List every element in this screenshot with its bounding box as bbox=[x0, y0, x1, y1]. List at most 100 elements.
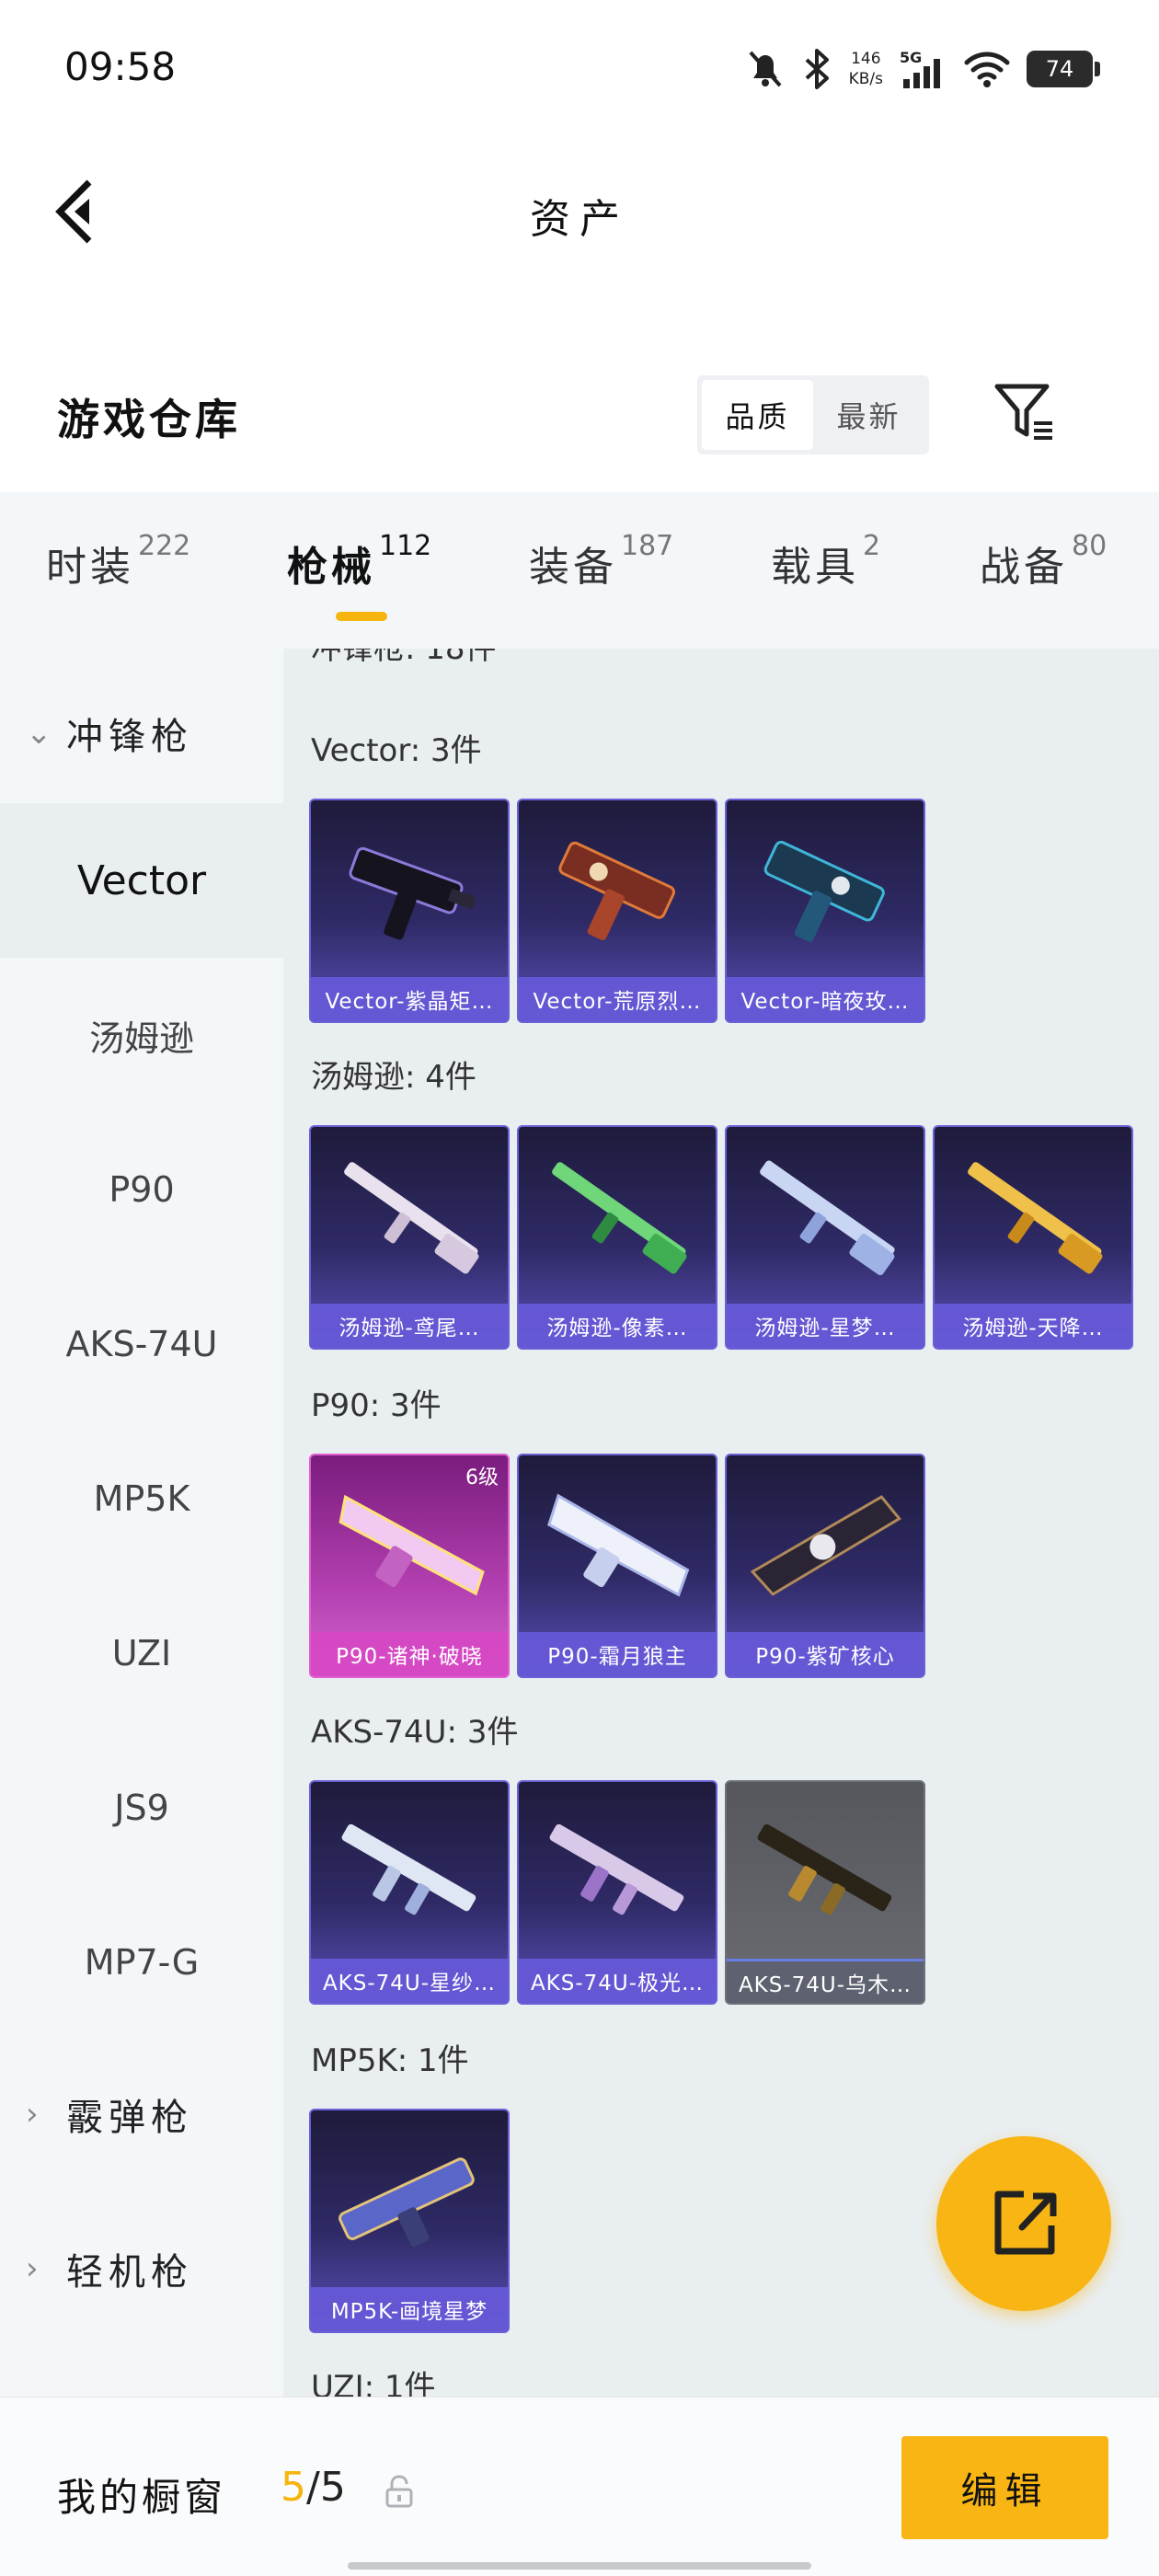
weapon-art-icon bbox=[750, 1495, 901, 1596]
chevron-down-icon: ⌄ bbox=[26, 715, 52, 752]
weapon-art-icon bbox=[341, 1823, 476, 1915]
chevron-right-icon: › bbox=[26, 2096, 39, 2133]
weapon-category-sidebar: ⌄ 冲锋枪 Vector 汤姆逊 P90 AKS-74U MP5K UZI JS… bbox=[0, 649, 283, 2397]
showcase-current: 5 bbox=[281, 2464, 306, 2511]
section-title: AKS-74U: 3件 bbox=[311, 1714, 519, 1751]
sort-option-newest[interactable]: 最新 bbox=[813, 380, 924, 450]
weapon-card[interactable]: P90-紫矿核心 bbox=[725, 1454, 925, 1678]
sidebar-item-vector[interactable]: Vector bbox=[0, 803, 283, 958]
weapon-card-label: 汤姆逊-星梦… bbox=[727, 1304, 924, 1348]
weapon-art-icon bbox=[763, 840, 885, 942]
sort-toggle: 品质 最新 bbox=[697, 375, 929, 454]
tab-count: 2 bbox=[863, 530, 881, 562]
sidebar-item-aks74u[interactable]: AKS-74U bbox=[0, 1267, 283, 1421]
wifi-icon bbox=[964, 52, 1010, 87]
weapon-art-icon bbox=[968, 1162, 1103, 1274]
weapon-card[interactable]: 汤姆逊-天降… bbox=[933, 1125, 1133, 1350]
level-badge: 6级 bbox=[465, 1466, 499, 1489]
battery-icon: 74 bbox=[1027, 51, 1100, 87]
weapon-card[interactable]: Vector-紫晶矩… bbox=[309, 799, 510, 1023]
weapon-card-label: P90-紫矿核心 bbox=[727, 1632, 924, 1676]
sidebar-item-uzi[interactable]: UZI bbox=[0, 1576, 283, 1731]
nav-header: 资产 bbox=[0, 138, 1159, 285]
weapon-art-icon bbox=[757, 1823, 892, 1915]
tab-label: 枪械 bbox=[287, 544, 375, 591]
tab-weapons[interactable]: 枪械 112 bbox=[287, 530, 431, 592]
status-time: 09:58 bbox=[64, 44, 177, 89]
weapon-card[interactable]: MP5K-画境星梦 bbox=[309, 2109, 510, 2333]
showcase-total: /5 bbox=[306, 2464, 346, 2511]
tab-label: 载具 bbox=[771, 544, 859, 591]
bluetooth-icon bbox=[805, 49, 829, 89]
weapon-card-label: 汤姆逊-鸢尾… bbox=[311, 1304, 508, 1348]
warehouse-title: 游戏仓库 bbox=[57, 395, 241, 444]
weapon-card[interactable]: 6级 P90-诸神·破晓 bbox=[309, 1454, 510, 1678]
weapon-grid[interactable]: 冲锋枪: 18件 Vector: 3件 Vector-紫晶矩… Vector-荒… bbox=[283, 649, 1159, 2397]
sort-option-quality[interactable]: 品质 bbox=[702, 380, 813, 450]
weapon-card-label: 汤姆逊-像素… bbox=[519, 1304, 716, 1348]
weapon-card-label: Vector-荒原烈… bbox=[519, 977, 716, 1021]
weapon-card[interactable]: 汤姆逊-像素… bbox=[517, 1125, 717, 1350]
sidebar-item-thompson[interactable]: 汤姆逊 bbox=[0, 958, 283, 1112]
weapon-art-icon bbox=[549, 1823, 684, 1915]
cellular-signal-icon: 5G bbox=[900, 49, 940, 88]
sidebar-group-label: 轻机枪 bbox=[66, 2251, 193, 2294]
share-external-icon bbox=[994, 2191, 1057, 2255]
category-tabs: 时装 222 枪械 112 装备 187 载具 2 战备 80 bbox=[0, 492, 1159, 649]
weapon-card-label: Vector-暗夜玫… bbox=[727, 977, 924, 1021]
weapon-art-icon bbox=[552, 1162, 687, 1274]
sidebar-item-mp7g[interactable]: MP7-G bbox=[0, 1885, 283, 2040]
sidebar-group-shotgun[interactable]: › 霰弹枪 bbox=[0, 2068, 283, 2160]
sidebar-item-p90[interactable]: P90 bbox=[0, 1112, 283, 1267]
weapon-card-label: AKS-74U-乌木… bbox=[727, 1959, 924, 2003]
weapon-card[interactable]: AKS-74U-乌木… bbox=[725, 1780, 925, 2005]
tab-label: 战备 bbox=[980, 544, 1068, 591]
tab-label: 装备 bbox=[529, 544, 617, 591]
sidebar-group-label: 霰弹枪 bbox=[66, 2097, 193, 2139]
weapon-card-label: AKS-74U-星纱… bbox=[311, 1959, 508, 2003]
weapon-card[interactable]: Vector-暗夜玫… bbox=[725, 799, 925, 1023]
weapon-card[interactable]: AKS-74U-极光… bbox=[517, 1780, 717, 2005]
tab-fashion[interactable]: 时装 222 bbox=[46, 530, 190, 592]
weapon-card[interactable]: AKS-74U-星纱… bbox=[309, 1780, 510, 2005]
edit-button[interactable]: 编辑 bbox=[901, 2436, 1108, 2539]
tab-label: 时装 bbox=[46, 544, 134, 591]
sidebar-group-label: 冲锋枪 bbox=[66, 716, 193, 758]
section-title: P90: 3件 bbox=[311, 1387, 442, 1424]
page-title: 资产 bbox=[530, 196, 629, 243]
showcase-label: 我的橱窗 bbox=[57, 2475, 227, 2520]
mute-bell-icon bbox=[749, 51, 782, 87]
active-tab-indicator bbox=[336, 612, 387, 621]
tab-supplies[interactable]: 战备 80 bbox=[980, 530, 1107, 592]
chevron-right-icon: › bbox=[26, 2250, 39, 2287]
signal-type-label: 5G bbox=[900, 49, 922, 66]
filter-button[interactable] bbox=[992, 379, 1058, 445]
tab-vehicles[interactable]: 载具 2 bbox=[771, 530, 880, 592]
tab-equipment[interactable]: 装备 187 bbox=[529, 530, 673, 592]
tab-count: 80 bbox=[1072, 530, 1107, 562]
weapon-art-icon bbox=[558, 841, 676, 941]
net-speed-value: 146 bbox=[851, 50, 881, 68]
share-button[interactable] bbox=[936, 2136, 1111, 2311]
section-title: Vector: 3件 bbox=[311, 732, 482, 769]
section-title: 冲锋枪: 18件 bbox=[311, 649, 497, 667]
weapon-art-icon bbox=[349, 846, 476, 940]
section-title: UZI: 1件 bbox=[311, 2369, 436, 2397]
weapon-card[interactable]: 汤姆逊-星梦… bbox=[725, 1125, 925, 1350]
sidebar-item-js9[interactable]: JS9 bbox=[0, 1731, 283, 1885]
net-speed-unit: KB/s bbox=[848, 70, 883, 88]
sidebar-group-smg[interactable]: ⌄ 冲锋枪 bbox=[0, 687, 283, 779]
weapon-art-icon bbox=[339, 2157, 475, 2248]
sidebar-item-mp5k[interactable]: MP5K bbox=[0, 1421, 283, 1576]
showcase-bar: 我的橱窗 5/5 编辑 bbox=[0, 2397, 1159, 2576]
weapon-card[interactable]: 汤姆逊-鸢尾… bbox=[309, 1125, 510, 1350]
weapon-card-label: P90-诸神·破晓 bbox=[311, 1632, 508, 1676]
tab-count: 112 bbox=[379, 530, 432, 562]
sidebar-group-lmg[interactable]: › 轻机枪 bbox=[0, 2223, 283, 2315]
home-indicator[interactable] bbox=[348, 2562, 811, 2570]
weapon-card-label: Vector-紫晶矩… bbox=[311, 977, 508, 1021]
weapon-card[interactable]: Vector-荒原烈… bbox=[517, 799, 717, 1023]
weapon-card[interactable]: P90-霜月狼主 bbox=[517, 1454, 717, 1678]
filter-icon bbox=[994, 384, 1052, 440]
weapon-art-icon bbox=[344, 1162, 479, 1274]
